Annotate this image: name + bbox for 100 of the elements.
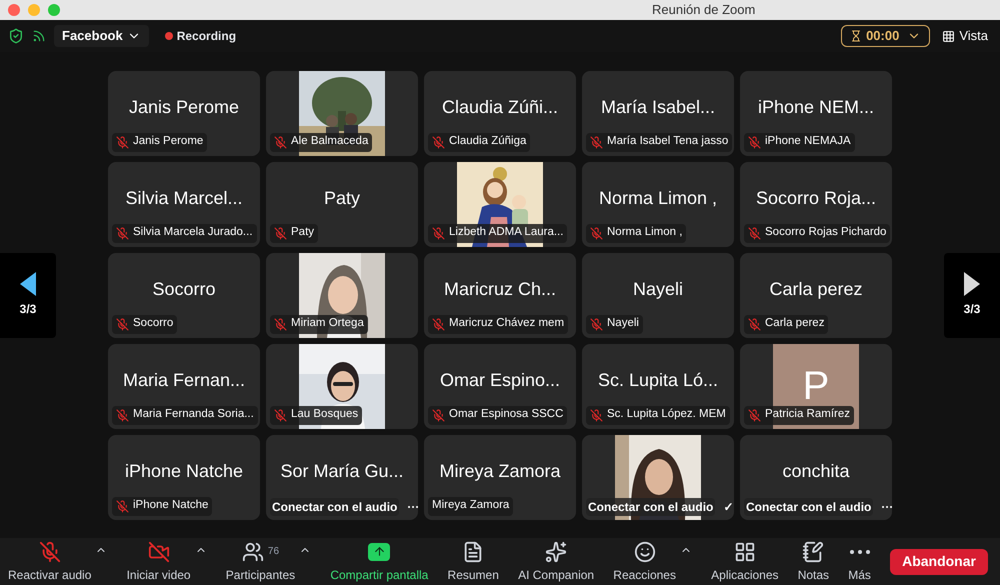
toolbar-button[interactable]: Notas [798,540,830,584]
name-text: iPhone Natche [133,498,208,514]
toolbar-button[interactable]: Resumen [448,540,499,584]
muted-mic-icon [432,408,445,422]
name-text: Nayeli [607,316,639,332]
participant-name: Sor María Gu... [280,460,404,482]
participant-name: Norma Limon , [598,186,718,210]
name-text: iPhone NEMAJA [765,134,851,150]
toolbar-button[interactable]: Reacciones [613,540,676,584]
participant-name: Claudia Zúñi... [442,96,558,118]
muted-mic-icon [748,226,761,240]
apps-icon [734,540,756,562]
name-text: Miriam Ortega [291,316,364,332]
muted-mic-icon [274,318,287,330]
muted-mic-icon [590,226,603,240]
participant-name: Mireya Zamora [439,460,561,483]
name-text: Paty [291,225,314,240]
previous-page-button[interactable]: 3/3 [0,252,56,338]
toolbar-button[interactable]: Aplicaciones [711,540,779,584]
shield-icon[interactable] [8,28,24,44]
name-text: Silvia Marcela Jurado... [133,225,253,240]
participant-name: iPhone NEM... [758,96,874,118]
name-text: María Isabel Tena jasso [607,134,728,150]
participant-count: 76 [268,545,280,559]
toolbar-button[interactable]: Reactivar audio [8,540,92,584]
recording-text: Recording [176,28,236,45]
muted-mic-icon [38,540,61,562]
muted-mic-icon [116,500,129,512]
muted-mic-icon [590,136,603,148]
muted-mic-icon [590,408,603,422]
participant-name: Silvia Marcel... [125,186,243,210]
participant-name: Maricruz Ch... [444,278,556,300]
muted-mic-icon [748,318,761,330]
name-text: Maria Fernanda Soria... [133,407,254,422]
connect-audio-link[interactable]: Conectar con el audio [744,498,874,516]
name-text: Mireya Zamora [432,498,510,514]
source-dropdown[interactable]: Facebook [54,25,149,47]
participant-name: Paty [324,186,360,210]
name-text: Omar Espinosa SSCC [449,407,564,422]
audio-status[interactable]: ··· [407,498,418,516]
muted-mic-icon [432,318,445,330]
muted-mic-icon [274,136,287,148]
audio-status[interactable]: ✓ [723,498,734,516]
next-page-button[interactable]: 3/3 [944,252,1000,338]
timer-button[interactable]: 00:00 [841,25,930,47]
toolbar-button[interactable]: Más [848,540,871,584]
grid-icon [942,30,956,42]
right-triangle-icon [964,272,980,296]
sparkle-icon [545,540,568,562]
muted-mic-icon [116,318,129,330]
participant-name: Socorro [152,278,216,300]
name-text: Socorro [133,316,174,332]
name-text: Carla perez [765,316,824,332]
view-button[interactable]: Vista [938,26,992,46]
connect-audio-link[interactable]: Conectar con el audio [270,498,400,516]
hourglass-icon [850,30,862,42]
leave-button[interactable]: Abandonar [890,548,988,574]
name-text: Lizbeth ADMA Laura... [449,225,564,240]
name-text: Ale Balmaceda [291,134,368,150]
participant-name: Sc. Lupita Ló... [598,368,718,392]
muted-mic-icon [116,226,129,240]
participant-name: iPhone Natche [124,460,244,482]
participant-name: Maria Fernan... [122,368,246,392]
participant-name: conchita [782,460,850,482]
connect-audio-link[interactable]: Conectar con el audio [586,498,716,516]
muted-mic-icon [748,136,761,148]
muted-mic-icon [748,408,761,422]
notes-icon [802,540,824,562]
participant-name: Omar Espino... [440,368,560,392]
toolbar-button[interactable]: AI Companion [518,540,594,584]
window-title: Reunión de Zoom [652,1,756,20]
participant-name: María Isabel... [600,96,716,118]
muted-mic-icon [274,226,287,240]
muted-mic-icon [432,136,445,148]
signal-icon[interactable] [32,29,46,43]
name-text: Lau Bosques [291,407,358,422]
left-triangle-icon [20,272,36,296]
share-screen-icon [368,542,390,560]
smiley-icon [634,540,656,562]
video-off-icon [148,540,170,562]
muted-mic-icon [116,136,129,148]
document-icon [462,540,484,562]
audio-status[interactable]: ··· [881,498,892,516]
muted-mic-icon [590,318,603,330]
more-icon [850,550,870,554]
people-icon [242,540,264,562]
participant-name: Socorro Roja... [756,186,876,210]
toolbar-button[interactable]: Compartir pantalla [330,540,428,584]
participant-name: Carla perez [769,278,863,301]
name-text: Norma Limon , [607,225,682,240]
name-text: Socorro Rojas Pichardo [765,225,886,240]
toolbar-button[interactable]: Iniciar video [126,540,191,584]
name-text: Sc. Lupita López. MEM [607,407,726,422]
participant-name: Nayeli [632,278,684,301]
toolbar-button[interactable]: 76 Participantes [226,540,296,584]
muted-mic-icon [274,408,287,422]
name-text: Janis Perome [133,134,204,150]
muted-mic-icon [116,408,129,422]
participant-name: Janis Perome [128,96,240,118]
name-text: Maricruz Chávez mem [449,316,564,332]
